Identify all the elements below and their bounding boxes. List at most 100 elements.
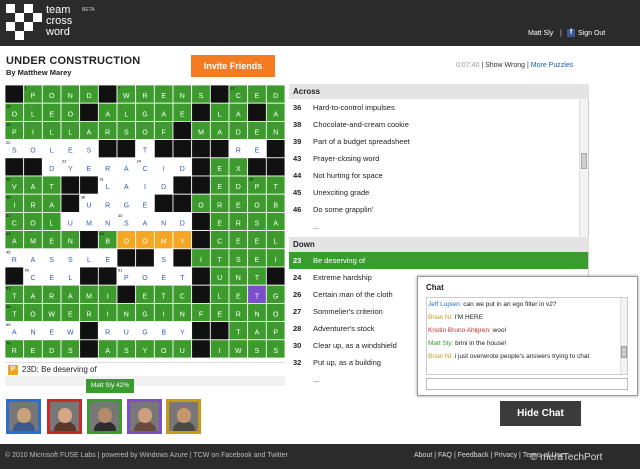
grid-letter: E (68, 148, 73, 155)
grid-block (265, 139, 285, 159)
grid-letter: R (12, 348, 17, 355)
grid-letter: A (31, 184, 36, 191)
more-puzzles-link[interactable]: More Puzzles (531, 62, 573, 69)
grid-letter: E (217, 221, 222, 228)
avatar[interactable] (47, 399, 82, 434)
grid-letter: A (124, 166, 129, 173)
grid-letter: I (32, 130, 34, 137)
grid-letter: O (254, 202, 260, 209)
current-user-name[interactable]: Matt Sly (528, 30, 553, 37)
footer-social[interactable]: | TCW on Facebook and Twitter (190, 452, 288, 459)
grid-letter: I (275, 257, 277, 264)
grid-letter: B (161, 330, 166, 337)
grid-letter: B (105, 239, 110, 246)
grid-block (97, 266, 118, 286)
avatar[interactable] (127, 399, 162, 434)
footer-powered[interactable]: | powered by Windows Azure (98, 452, 188, 459)
grid-letter: I (144, 184, 146, 191)
grid-letter: G (142, 312, 147, 319)
grid-letter: C (142, 166, 147, 173)
grid-letter: A (273, 111, 278, 118)
grid-letter: N (68, 239, 73, 246)
clue-number: 26 (293, 290, 302, 299)
grid-letter: S (255, 221, 260, 228)
grid-letter: E (217, 166, 222, 173)
across-clue-row[interactable]: 39 Part of a budget spreadsheet (289, 133, 588, 150)
avatar[interactable] (87, 399, 122, 434)
grid-letter: A (31, 293, 36, 300)
grid-letter: A (217, 130, 222, 137)
across-clue-list[interactable]: 36 Hard-to-control impulses 38 Chocolate-an… (289, 99, 589, 237)
grid-letter: C (12, 221, 17, 228)
grid-letter: A (87, 130, 92, 137)
chat-scroll-thumb[interactable] (621, 346, 627, 358)
show-wrong-link[interactable]: Show Wrong (485, 62, 525, 69)
across-scrollbar[interactable] (579, 99, 588, 237)
grid-letter: I (107, 312, 109, 319)
grid-letter: A (49, 202, 54, 209)
avatar[interactable] (166, 399, 201, 434)
crossword-grid-svg[interactable]: P1O N D W7R E N S C13E DO16L E O A L G A E L A AP19I L L A R S O… (5, 85, 285, 358)
across-clue-row[interactable]: 46 Do some grapplin' (289, 201, 588, 218)
grid-letter: U (86, 202, 91, 209)
logo[interactable]: team cross word BETA (6, 4, 116, 42)
across-clue-row[interactable]: ... (289, 218, 588, 235)
grid-letter: E (236, 239, 241, 246)
across-clue-row[interactable]: 45 Unexciting grade (289, 184, 588, 201)
avatar[interactable] (6, 399, 41, 434)
across-clue-row[interactable]: 43 Prayer-closing word (289, 150, 588, 167)
chat-log[interactable]: Jeff Lupien: can we put in an ego filter… (426, 297, 628, 375)
clue-text: Prayer-closing word (313, 154, 380, 163)
grid-letter: W (67, 330, 74, 337)
grid-letter: O (142, 130, 148, 137)
sign-out-link[interactable]: Sign Out (578, 30, 605, 37)
chat-text: woo! (490, 327, 507, 334)
grid-block (97, 85, 118, 104)
chat-input[interactable] (426, 378, 628, 390)
grid-number: 24 (137, 158, 142, 163)
grid-letter: D (49, 348, 54, 355)
down-header: Down (289, 237, 589, 252)
grid-letter: D (86, 93, 91, 100)
invite-friends-button[interactable]: Invite Friends (191, 55, 275, 77)
grid-letter: C (217, 239, 222, 246)
chat-panel: Chat Jeff Lupien: can we put in an ego f… (417, 276, 638, 396)
scroll-thumb[interactable] (581, 153, 587, 169)
down-clue-row[interactable]: 23 Be deserving of (289, 252, 588, 269)
grid-block (191, 139, 211, 159)
grid-letter: Y (180, 239, 185, 246)
puzzle-timer: 0:07:40 (456, 62, 480, 69)
grid-number: 22 (62, 158, 67, 163)
grid-number: 56 (6, 304, 11, 309)
clue-text: Unexciting grade (313, 188, 370, 197)
avatar-body-icon (13, 422, 35, 431)
across-clue-row[interactable]: 44 Not hurting for space (289, 167, 588, 184)
clue-number: 23 (293, 256, 302, 265)
grid-block (116, 248, 137, 268)
grid-letter: R (217, 202, 222, 209)
grid-letter: R (86, 312, 91, 319)
hide-chat-button[interactable]: Hide Chat (500, 401, 581, 426)
grid-letter: R (49, 293, 54, 300)
grid-letter: I (200, 257, 202, 264)
grid-block (172, 193, 193, 213)
grid-letter: I (163, 166, 165, 173)
grid-letter: N (273, 130, 278, 137)
crossword-grid[interactable]: P 1 O N D W 7 R E N S C 13 E D O 16 L E O A L G A E L A A P 19 I L L A R S O… (5, 85, 285, 358)
across-clue-row[interactable]: 38 Chocolate-and-cream cookie (289, 116, 588, 133)
chat-scrollbar[interactable] (620, 298, 627, 374)
grid-letter: M (161, 239, 167, 246)
grid-letter: F (199, 312, 203, 319)
grid-letter: A (124, 184, 129, 191)
across-clue-row[interactable]: 36 Hard-to-control impulses (289, 99, 588, 116)
grid-letter: O (142, 275, 148, 282)
grid-letter: T (12, 293, 17, 300)
grid-letter: D (180, 221, 185, 228)
grid-letter: O (198, 202, 204, 209)
logo-text: team cross word (46, 4, 73, 38)
beta-label: BETA (82, 7, 95, 13)
grid-letter: T (143, 148, 148, 155)
grid-letter: V (12, 184, 17, 191)
clue-text: Part of a budget spreadsheet (313, 137, 410, 146)
grid-letter: M (86, 221, 92, 228)
